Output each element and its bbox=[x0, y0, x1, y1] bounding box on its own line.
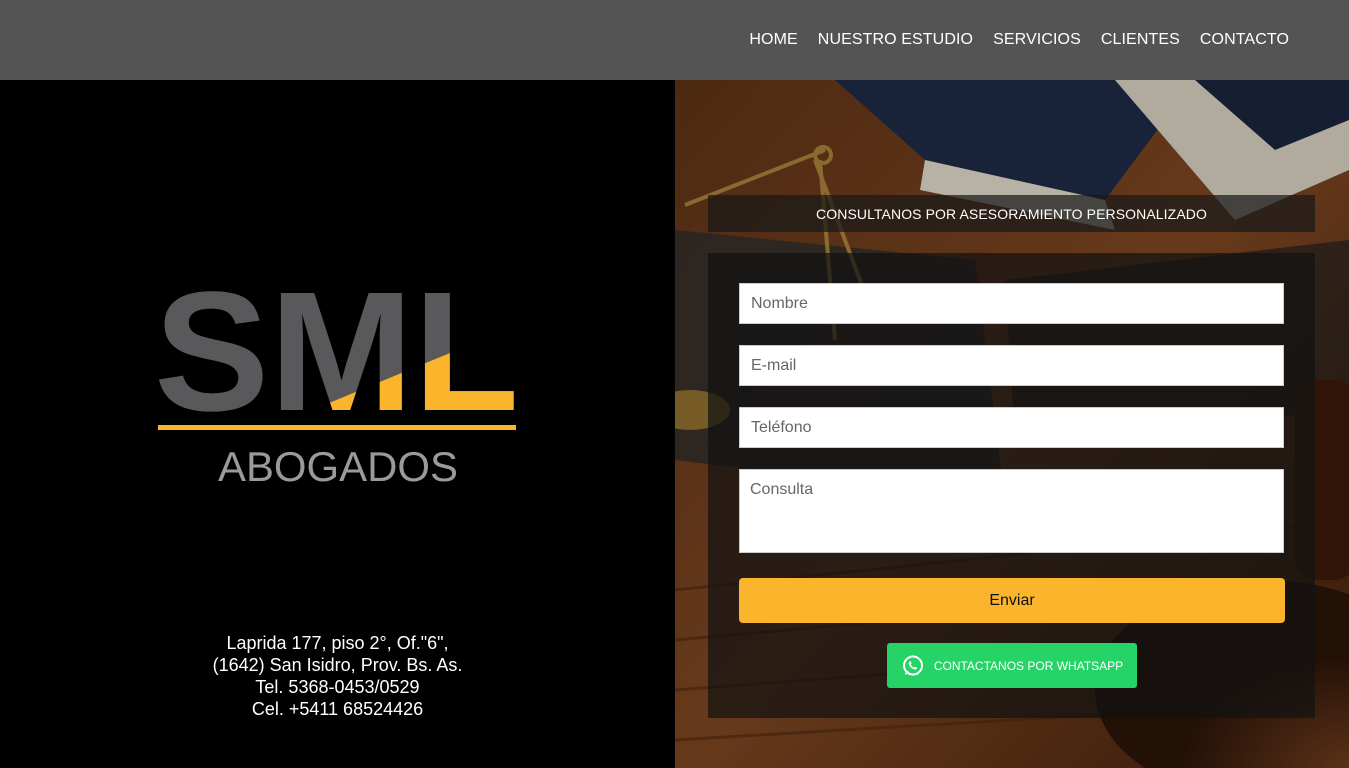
form-title: CONSULTANOS POR ASESORAMIENTO PERSONALIZ… bbox=[708, 195, 1315, 232]
nav-servicios[interactable]: SERVICIOS bbox=[993, 31, 1081, 49]
nav-nuestro-estudio[interactable]: NUESTRO ESTUDIO bbox=[818, 31, 973, 49]
address-line: Laprida 177, piso 2°, Of."6", bbox=[226, 633, 449, 653]
sml-logo: SML SML ABOGADOS bbox=[150, 257, 530, 505]
nav-contacto[interactable]: CONTACTO bbox=[1200, 31, 1289, 49]
whatsapp-button[interactable]: CONTACTANOS POR WHATSAPP bbox=[887, 643, 1137, 688]
email-input[interactable] bbox=[739, 345, 1284, 386]
message-textarea[interactable] bbox=[739, 469, 1284, 553]
contact-form: Enviar CONTACTANOS POR WHATSAPP bbox=[708, 253, 1315, 718]
nav-home[interactable]: HOME bbox=[749, 31, 797, 49]
left-panel: SML SML ABOGADOS Laprida 177, piso 2°, O… bbox=[0, 80, 675, 768]
whatsapp-label: CONTACTANOS POR WHATSAPP bbox=[933, 658, 1124, 673]
logo-underline bbox=[158, 425, 516, 430]
phone-line: Tel. 5368-0453/0529 bbox=[255, 677, 420, 697]
header-bar: HOME NUESTRO ESTUDIO SERVICIOS CLIENTES … bbox=[0, 0, 1349, 80]
nav-clientes[interactable]: CLIENTES bbox=[1101, 31, 1180, 49]
contact-section: CONSULTANOS POR ASESORAMIENTO PERSONALIZ… bbox=[675, 80, 1349, 768]
phone-input[interactable] bbox=[739, 407, 1284, 448]
whatsapp-icon bbox=[902, 655, 923, 675]
mobile-line: Cel. +5411 68524426 bbox=[251, 699, 424, 719]
name-input[interactable] bbox=[739, 283, 1284, 324]
address-line: (1642) San Isidro, Prov. Bs. As. bbox=[212, 655, 463, 675]
send-button[interactable]: Enviar bbox=[739, 578, 1285, 623]
logo-tagline: ABOGADOS bbox=[218, 443, 458, 490]
main-nav: HOME NUESTRO ESTUDIO SERVICIOS CLIENTES … bbox=[749, 0, 1289, 80]
address-block: Laprida 177, piso 2°, Of."6", (1642) San… bbox=[0, 632, 675, 720]
